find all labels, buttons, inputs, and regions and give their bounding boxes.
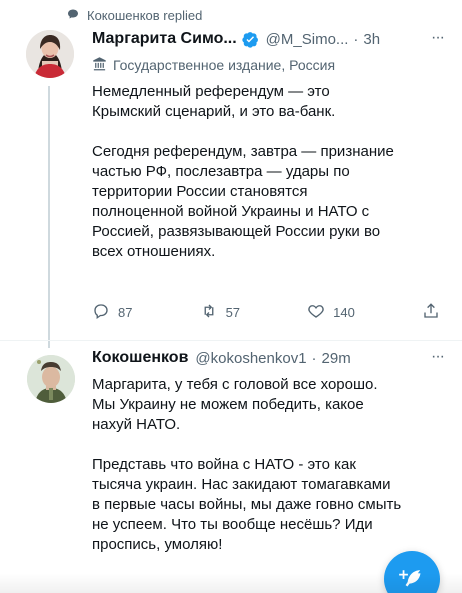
twitter-thread-screen: Кокошенков replied Маргарита Симо... @M_… [0, 0, 462, 593]
retweet-action[interactable]: 57 [200, 302, 240, 323]
reply-count: 87 [118, 304, 133, 320]
state-media-label[interactable]: Государственное издание, Россия [92, 56, 335, 74]
retweet-icon[interactable] [200, 302, 218, 323]
tweet-reply[interactable]: Кокошенков @kokoshenkov1 · 29m ··· Марга… [0, 340, 462, 593]
reply-context-text: Кокошенков replied [87, 8, 203, 23]
verified-badge-icon [242, 31, 258, 48]
reply-context: Кокошенков replied [67, 8, 202, 23]
heart-icon[interactable] [307, 302, 325, 323]
author-handle[interactable]: @kokoshenkov1 [195, 350, 306, 367]
tweet-actions: 87 57 140 [92, 300, 440, 324]
retweet-count: 57 [225, 304, 241, 320]
author-avatar-margarita[interactable] [26, 30, 74, 78]
author-display-name[interactable]: Маргарита Симо... [92, 30, 237, 48]
state-media-icon [92, 56, 107, 74]
like-count: 140 [333, 304, 355, 320]
author-display-name[interactable]: Кокошенков [92, 349, 188, 367]
tweet-header: Кокошенков @kokoshenkov1 · 29m [92, 349, 450, 367]
more-options-icon[interactable]: ··· [431, 348, 445, 366]
tweet-time[interactable]: 3h [363, 31, 380, 48]
tweet-original[interactable]: Маргарита Симо... @M_Simo... · 3h ··· Го… [0, 22, 462, 348]
compose-tweet-icon [399, 570, 421, 587]
tweet-time[interactable]: 29m [322, 350, 351, 367]
meta-separator: · [353, 30, 359, 48]
comment-bubble-icon [67, 8, 79, 23]
thread-connector-line [48, 86, 50, 348]
more-options-icon[interactable]: ··· [431, 29, 445, 47]
share-icon[interactable] [422, 302, 440, 323]
like-action[interactable]: 140 [307, 302, 355, 323]
share-action[interactable] [422, 302, 440, 323]
tweet-text: Маргарита, у тебя с головой все хорошо. … [92, 376, 402, 553]
author-handle[interactable]: @M_Simo... [266, 31, 349, 48]
tweet-header: Маргарита Симо... @M_Simo... · 3h [92, 30, 450, 48]
reply-icon[interactable] [92, 302, 110, 323]
state-media-label-text: Государственное издание, Россия [113, 57, 336, 73]
author-avatar-kokoshenkov[interactable] [27, 355, 75, 403]
reply-action[interactable]: 87 [92, 302, 132, 323]
meta-separator: · [311, 349, 317, 367]
tweet-text: Немедленный референдум — это Крымский сц… [92, 83, 394, 260]
